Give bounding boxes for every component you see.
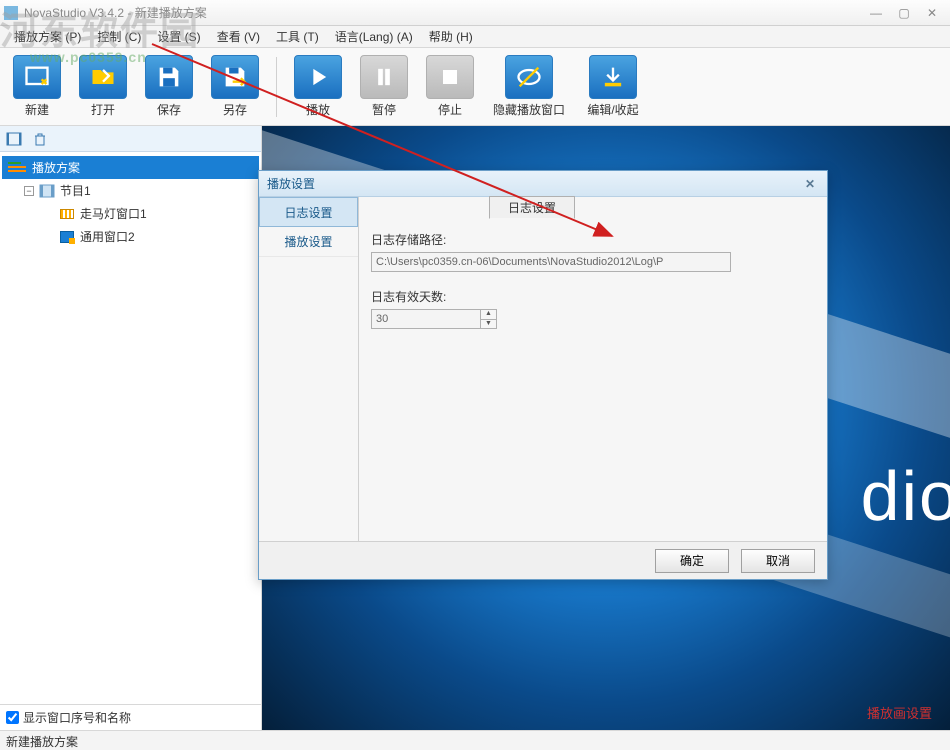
tree-program-label: 节目1 (60, 182, 91, 199)
tree-common-node[interactable]: 通用窗口2 (2, 225, 259, 248)
sidebar-log-settings[interactable]: 日志设置 (259, 197, 358, 227)
stop-icon (426, 55, 474, 99)
left-panel-toolbar (0, 126, 261, 152)
film-icon[interactable] (6, 131, 22, 147)
play-settings-link[interactable]: 播放画设置 (867, 703, 932, 722)
sidebar-play-settings[interactable]: 播放设置 (259, 227, 358, 257)
saveas-label: 另存 (223, 101, 247, 118)
tree-marquee-node[interactable]: 走马灯窗口1 (2, 202, 259, 225)
open-button[interactable]: 打开 (72, 52, 134, 122)
menu-control[interactable]: 控制 (C) (89, 26, 149, 47)
log-days-input[interactable] (371, 309, 481, 329)
new-label: 新建 (25, 101, 49, 118)
program-icon (38, 184, 56, 198)
play-settings-dialog: 播放设置 ✕ 日志设置 播放设置 日志设置 日志存储路径: 日志有效天数: ▲▼… (258, 170, 828, 580)
pause-label: 暂停 (372, 101, 396, 118)
play-button[interactable]: 播放 (287, 52, 349, 122)
spinner-down-icon[interactable]: ▼ (481, 320, 496, 329)
collapse-icon[interactable]: − (24, 186, 34, 196)
window-titlebar: NovaStudio V3.4.2 - 新建播放方案 — ▢ ✕ (0, 0, 950, 26)
log-path-label: 日志存储路径: (371, 231, 815, 248)
save-button[interactable]: 保存 (138, 52, 200, 122)
save-icon (145, 55, 193, 99)
stop-button[interactable]: 停止 (419, 52, 481, 122)
maximize-button[interactable]: ▢ (890, 4, 918, 22)
hide-label: 隐藏播放窗口 (493, 101, 565, 118)
toolbar-separator (276, 57, 277, 117)
tree-root-label: 播放方案 (32, 159, 80, 176)
edit-collapse-button[interactable]: 编辑/收起 (577, 52, 649, 122)
saveas-icon (211, 55, 259, 99)
marquee-icon (60, 209, 74, 219)
hide-icon (505, 55, 553, 99)
delete-icon[interactable] (32, 131, 48, 147)
tree-root[interactable]: 播放方案 (2, 156, 259, 179)
status-bar: 新建播放方案 (0, 730, 950, 750)
stop-label: 停止 (438, 101, 462, 118)
new-icon (13, 55, 61, 99)
dialog-close-button[interactable]: ✕ (801, 176, 819, 192)
dialog-body: 日志设置 播放设置 日志设置 日志存储路径: 日志有效天数: ▲▼ (259, 197, 827, 541)
save-label: 保存 (157, 101, 181, 118)
dialog-title: 播放设置 (267, 175, 315, 192)
dialog-main: 日志设置 日志存储路径: 日志有效天数: ▲▼ (359, 197, 827, 541)
log-days-wrapper: ▲▼ (371, 309, 815, 329)
open-label: 打开 (91, 101, 115, 118)
tree-common-label: 通用窗口2 (80, 228, 135, 245)
tree-program-node[interactable]: − 节目1 (2, 179, 259, 202)
play-label: 播放 (306, 101, 330, 118)
log-days-spinner[interactable]: ▲▼ (481, 309, 497, 329)
saveas-button[interactable]: 另存 (204, 52, 266, 122)
menu-settings[interactable]: 设置 (S) (149, 26, 208, 47)
status-text: 新建播放方案 (6, 735, 78, 749)
cancel-button[interactable]: 取消 (741, 549, 815, 573)
window-title: NovaStudio V3.4.2 - 新建播放方案 (24, 4, 207, 21)
ok-button[interactable]: 确定 (655, 549, 729, 573)
playlist-icon (8, 162, 26, 174)
close-button[interactable]: ✕ (918, 4, 946, 22)
open-icon (79, 55, 127, 99)
dialog-tab-log[interactable]: 日志设置 (489, 196, 575, 219)
menu-help[interactable]: 帮助 (H) (421, 26, 481, 47)
show-index-label: 显示窗口序号和名称 (23, 709, 131, 726)
left-panel-footer: 显示窗口序号和名称 (0, 704, 261, 730)
dialog-button-bar: 确定 取消 (259, 541, 827, 579)
edit-collapse-icon (589, 55, 637, 99)
pause-button[interactable]: 暂停 (353, 52, 415, 122)
log-path-input[interactable] (371, 252, 731, 272)
brand-text: dio (861, 456, 950, 536)
menu-view[interactable]: 查看 (V) (209, 26, 268, 47)
dialog-panel: 日志存储路径: 日志有效天数: ▲▼ (371, 231, 815, 329)
log-days-label: 日志有效天数: (371, 288, 815, 305)
dialog-titlebar: 播放设置 ✕ (259, 171, 827, 197)
minimize-button[interactable]: — (862, 4, 890, 22)
menu-playplan[interactable]: 播放方案 (P) (6, 26, 89, 47)
main-toolbar: 新建 打开 保存 另存 播放 暂停 停止 隐藏播放窗口 编辑/收起 (0, 48, 950, 126)
play-icon (294, 55, 342, 99)
tree-marquee-label: 走马灯窗口1 (80, 205, 147, 222)
show-index-checkbox[interactable] (6, 711, 19, 724)
tree-view: 播放方案 − 节目1 走马灯窗口1 通用窗口2 (0, 152, 261, 704)
edit-collapse-label: 编辑/收起 (587, 101, 638, 118)
app-icon (4, 6, 18, 20)
new-button[interactable]: 新建 (6, 52, 68, 122)
spinner-up-icon[interactable]: ▲ (481, 310, 496, 320)
menu-tools[interactable]: 工具 (T) (268, 26, 327, 47)
menu-language[interactable]: 语言(Lang) (A) (327, 26, 421, 47)
hide-window-button[interactable]: 隐藏播放窗口 (485, 52, 573, 122)
left-panel: 播放方案 − 节目1 走马灯窗口1 通用窗口2 显示窗口序号和名称 (0, 126, 262, 730)
dialog-sidebar: 日志设置 播放设置 (259, 197, 359, 541)
common-window-icon (60, 231, 74, 243)
pause-icon (360, 55, 408, 99)
menu-bar: 播放方案 (P) 控制 (C) 设置 (S) 查看 (V) 工具 (T) 语言(… (0, 26, 950, 48)
